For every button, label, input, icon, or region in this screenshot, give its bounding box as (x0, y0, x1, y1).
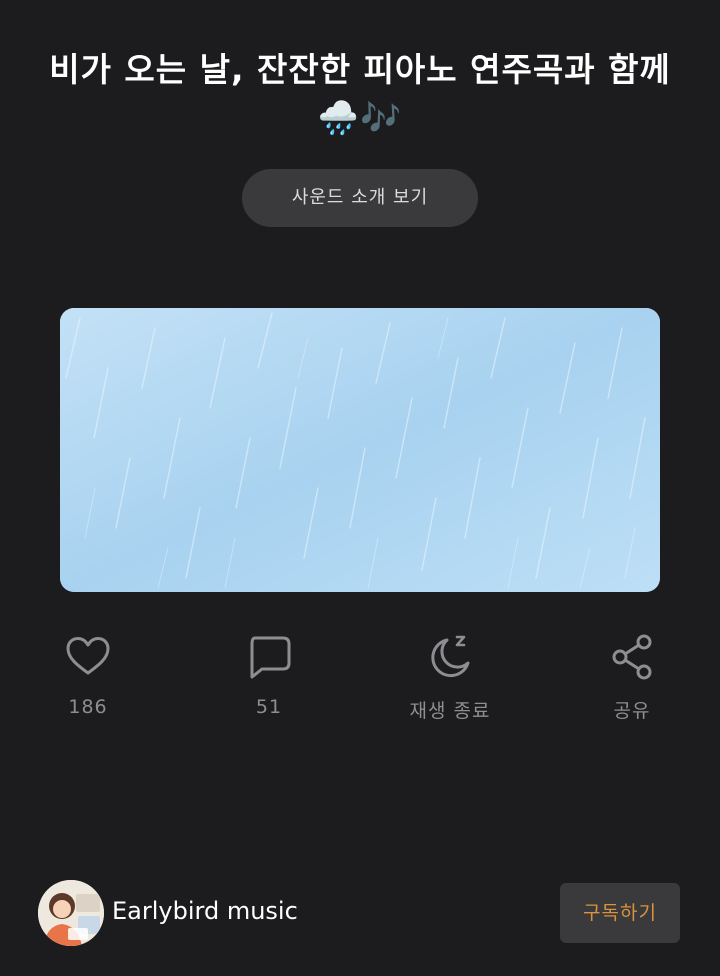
comment-icon (244, 632, 294, 682)
sound-intro-button[interactable]: 사운드 소개 보기 (242, 169, 478, 227)
like-action[interactable]: 186 (28, 632, 148, 732)
share-label: 공유 (613, 700, 651, 722)
subscribe-button[interactable]: 구독하기 (560, 883, 680, 943)
comment-count: 51 (255, 696, 283, 718)
moon-sleep-icon (425, 632, 475, 682)
sleep-timer-action[interactable]: 재생 종료 (390, 632, 510, 732)
heart-icon (63, 632, 113, 682)
channel-name[interactable]: Earlybird music (112, 897, 298, 925)
share-action[interactable]: 공유 (572, 632, 692, 732)
sound-artwork (60, 308, 660, 592)
sound-detail-screen: 비가 오는 날, 잔잔한 피아노 연주곡과 함께🌧️🎶 사운드 소개 보기 18… (0, 0, 720, 976)
action-bar: 186 51 재생 종료 공유 (0, 632, 720, 732)
share-icon (607, 632, 657, 682)
avatar[interactable] (38, 880, 104, 946)
sleep-timer-label: 재생 종료 (409, 700, 491, 722)
sound-title: 비가 오는 날, 잔잔한 피아노 연주곡과 함께🌧️🎶 (49, 50, 671, 137)
like-count: 186 (68, 696, 108, 718)
comment-action[interactable]: 51 (209, 632, 329, 732)
rain-artwork-image (60, 308, 660, 592)
